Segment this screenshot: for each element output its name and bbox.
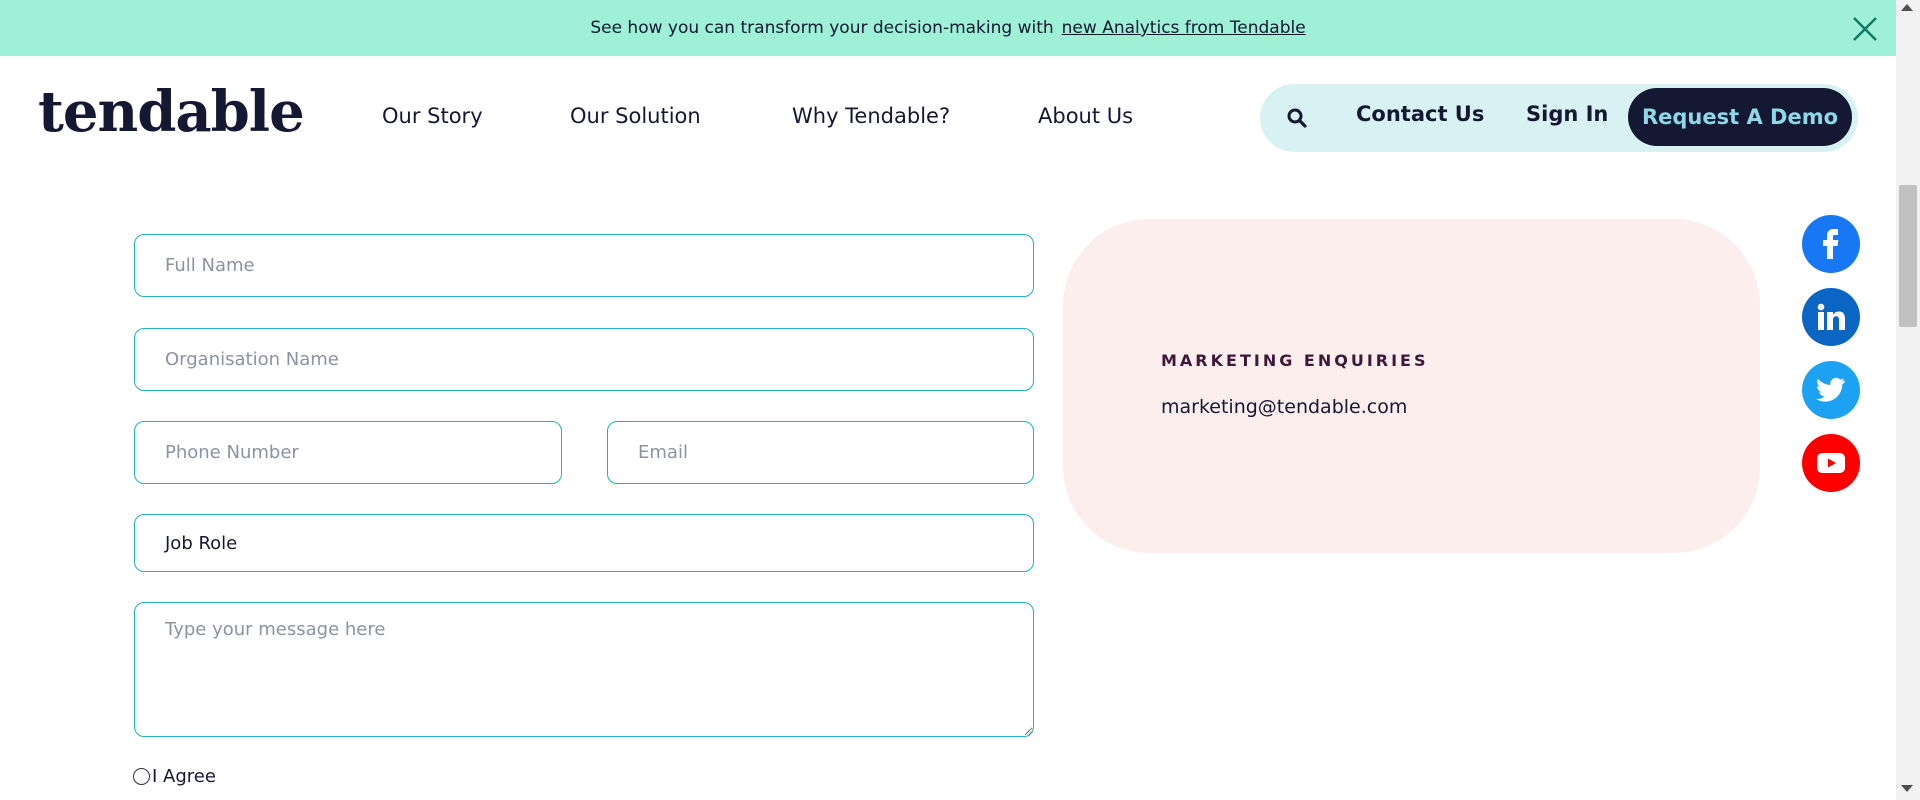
banner-text: See how you can transform your decision-… xyxy=(590,18,1054,38)
nav-why-tendable[interactable]: Why Tendable? xyxy=(792,104,1038,128)
close-icon[interactable] xyxy=(1850,14,1880,44)
facebook-button[interactable] xyxy=(1802,215,1860,273)
request-demo-button[interactable]: Request A Demo xyxy=(1628,88,1852,146)
marketing-enquiries-card xyxy=(1063,219,1760,553)
linkedin-icon xyxy=(1817,303,1845,330)
nav-our-solution[interactable]: Our Solution xyxy=(570,104,792,128)
email-field[interactable] xyxy=(607,421,1034,484)
message-field[interactable] xyxy=(134,602,1034,737)
search-button[interactable] xyxy=(1270,98,1324,138)
banner-analytics-link[interactable]: new Analytics from Tendable xyxy=(1062,18,1306,38)
scrollbar-thumb[interactable] xyxy=(1899,185,1917,327)
facebook-icon xyxy=(1823,229,1839,259)
agree-label: I Agree xyxy=(152,766,216,787)
search-icon xyxy=(1287,108,1307,128)
phone-number-field[interactable] xyxy=(134,421,562,484)
scroll-up-arrow-icon[interactable] xyxy=(1901,4,1913,11)
marketing-enquiries-title: MARKETING ENQUIRIES xyxy=(1161,351,1429,370)
youtube-icon xyxy=(1817,453,1845,473)
sign-in-link[interactable]: Sign In xyxy=(1526,102,1608,126)
page-scrollbar[interactable] xyxy=(1896,0,1920,800)
scroll-down-arrow-icon[interactable] xyxy=(1901,785,1913,792)
main-nav: Our Story Our Solution Why Tendable? Abo… xyxy=(382,104,1158,128)
job-role-select[interactable]: Job Role xyxy=(134,514,1034,572)
linkedin-button[interactable] xyxy=(1802,288,1860,346)
full-name-field[interactable] xyxy=(134,234,1034,297)
youtube-button[interactable] xyxy=(1802,434,1860,492)
twitter-icon xyxy=(1816,377,1845,402)
organisation-name-field[interactable] xyxy=(134,328,1034,391)
announcement-banner: See how you can transform your decision-… xyxy=(0,0,1896,56)
marketing-email-link[interactable]: marketing@tendable.com xyxy=(1161,396,1407,418)
agree-radio[interactable] xyxy=(133,768,150,785)
tendable-logo[interactable]: tendable xyxy=(38,84,305,140)
agree-option: I Agree xyxy=(133,766,216,787)
nav-our-story[interactable]: Our Story xyxy=(382,104,570,128)
contact-us-link[interactable]: Contact Us xyxy=(1356,102,1484,126)
twitter-button[interactable] xyxy=(1802,361,1860,419)
job-role-value: Job Role xyxy=(165,532,238,554)
nav-about-us[interactable]: About Us xyxy=(1038,104,1158,128)
